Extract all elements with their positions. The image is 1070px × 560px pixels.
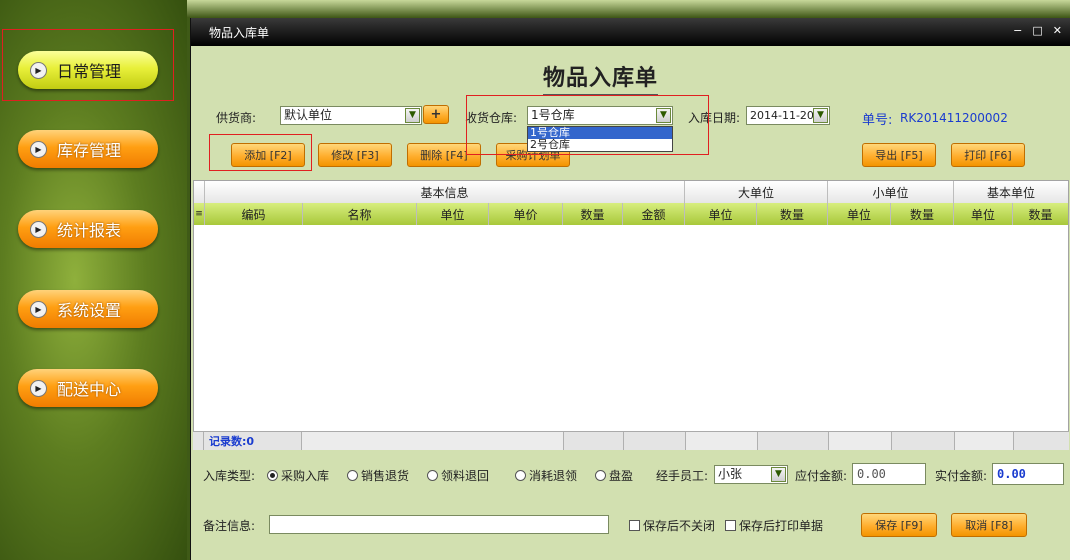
warehouse-select[interactable]: 1号仓库 ▼ — [527, 106, 673, 125]
play-icon: ▶ — [30, 300, 47, 318]
radio-material-return[interactable]: 领料退回 — [427, 467, 489, 484]
warehouse-value: 1号仓库 — [531, 108, 575, 122]
col-name[interactable]: 名称 — [303, 203, 417, 225]
col-base-quantity[interactable]: 数量 — [1013, 203, 1068, 225]
sidebar-item-reports[interactable]: ▶ 统计报表 — [18, 210, 158, 248]
handler-select[interactable]: 小张 ▼ — [714, 465, 788, 484]
group-base-unit: 基本单位 — [986, 185, 1035, 200]
col-large-quantity[interactable]: 数量 — [757, 203, 828, 225]
table-group-header: 基本信息 大单位 小单位 基本单位 — [194, 181, 1068, 203]
col-amount[interactable]: 金额 — [623, 203, 685, 225]
sidebar-item-daily-management[interactable]: ▶ 日常管理 — [18, 51, 158, 89]
window-title: 物品入库单 — [209, 25, 270, 40]
row-indicator-icon: ≡ — [194, 203, 205, 225]
paid-label: 实付金额: — [935, 469, 988, 483]
group-large-unit: 大单位 — [685, 181, 828, 203]
warehouse-option[interactable]: 2号仓库 — [528, 139, 672, 151]
keep-open-checkbox[interactable]: 保存后不关闭 — [629, 517, 715, 534]
items-table[interactable]: 基本信息 大单位 小单位 基本单位 ≡ 编码 名称 单位 单价 数量 金额 单位… — [193, 180, 1069, 450]
payable-label: 应付金额: — [795, 469, 848, 483]
checkbox-box — [725, 520, 736, 531]
sidebar-item-label: 配送中心 — [57, 380, 122, 399]
checkbox-box — [629, 520, 640, 531]
date-value: 2014-11-20 — [750, 109, 814, 122]
radio-circle — [595, 470, 606, 481]
delete-button[interactable]: 删除 [F4] — [407, 143, 481, 167]
remark-label: 备注信息: — [203, 519, 256, 533]
radio-circle — [427, 470, 438, 481]
type-label: 入库类型: — [203, 469, 256, 483]
chevron-down-icon[interactable]: ▼ — [656, 108, 671, 123]
radio-sales-return[interactable]: 销售退货 — [347, 467, 409, 484]
handler-label: 经手员工: — [656, 469, 709, 483]
radio-purchase-in[interactable]: 采购入库 — [267, 467, 329, 484]
supplier-label: 供货商: — [216, 111, 257, 125]
print-after-save-checkbox[interactable]: 保存后打印单据 — [725, 517, 823, 534]
col-code[interactable]: 编码 — [205, 203, 303, 225]
form-title: 物品入库单 — [543, 60, 659, 95]
maximize-icon[interactable]: □ — [1032, 24, 1042, 37]
record-count: 记录数:0 — [204, 432, 302, 450]
sidebar-item-label: 日常管理 — [57, 62, 122, 81]
play-icon: ▶ — [30, 379, 47, 397]
col-large-unit[interactable]: 单位 — [685, 203, 757, 225]
add-supplier-button[interactable]: + — [423, 105, 449, 124]
sidebar-item-system-settings[interactable]: ▶ 系统设置 — [18, 290, 158, 328]
group-basic-info: 基本信息 — [205, 181, 685, 203]
table-column-header: ≡ 编码 名称 单位 单价 数量 金额 单位 数量 单位 数量 单位 数量 — [194, 203, 1068, 225]
sidebar-item-label: 库存管理 — [57, 141, 122, 160]
radio-circle — [267, 470, 278, 481]
chevron-down-icon[interactable]: ▼ — [813, 108, 828, 123]
radio-circle — [347, 470, 358, 481]
order-no-label: 单号: — [862, 113, 893, 128]
col-small-unit[interactable]: 单位 — [828, 203, 891, 225]
supplier-value: 默认单位 — [284, 108, 333, 122]
radio-consumption-return[interactable]: 消耗退领 — [515, 467, 577, 484]
table-footer: 记录数:0 — [193, 431, 1069, 450]
chevron-down-icon[interactable]: ▼ — [405, 108, 420, 123]
warehouse-label: 收货仓库: — [465, 111, 518, 125]
paid-amount-field[interactable]: 0.00 — [992, 463, 1064, 485]
minimize-icon[interactable]: − — [1013, 24, 1022, 37]
export-button[interactable]: 导出 [F5] — [862, 143, 936, 167]
col-quantity[interactable]: 数量 — [563, 203, 623, 225]
print-button[interactable]: 打印 [F6] — [951, 143, 1025, 167]
chevron-down-icon[interactable]: ▼ — [771, 467, 786, 482]
supplier-select[interactable]: 默认单位 ▼ — [280, 106, 422, 125]
stock-in-window: 物品入库单 − □ ✕ 物品入库单 供货商: 默认单位 ▼ + 收货仓库: 1号… — [190, 18, 1070, 560]
radio-circle — [515, 470, 526, 481]
date-picker[interactable]: 2014-11-20 ▼ — [746, 106, 830, 125]
warehouse-dropdown-list: 1号仓库 2号仓库 — [527, 126, 673, 152]
sidebar-item-label: 系统设置 — [57, 301, 122, 320]
sidebar-item-delivery-center[interactable]: ▶ 配送中心 — [18, 369, 158, 407]
radio-inventory-surplus[interactable]: 盘盈 — [595, 467, 633, 484]
play-icon: ▶ — [30, 220, 47, 238]
remark-input[interactable] — [269, 515, 609, 534]
cancel-button[interactable]: 取消 [F8] — [951, 513, 1027, 537]
sidebar: ▶ 日常管理 ▶ 库存管理 ▶ 统计报表 ▶ 系统设置 ▶ 配送中心 — [0, 0, 187, 560]
col-base-unit[interactable]: 单位 — [954, 203, 1013, 225]
payable-amount-field[interactable]: 0.00 — [852, 463, 926, 485]
sidebar-item-inventory-management[interactable]: ▶ 库存管理 — [18, 130, 158, 168]
handler-value: 小张 — [718, 467, 743, 481]
col-unit[interactable]: 单位 — [417, 203, 489, 225]
add-button[interactable]: 添加 [F2] — [231, 143, 305, 167]
play-icon: ▶ — [30, 61, 47, 79]
order-no-value: RK201411200002 — [900, 111, 1008, 125]
edit-button[interactable]: 修改 [F3] — [318, 143, 392, 167]
top-strip — [187, 0, 1070, 18]
group-small-unit: 小单位 — [828, 181, 954, 203]
window-titlebar: 物品入库单 − □ ✕ — [191, 18, 1070, 46]
sidebar-item-label: 统计报表 — [57, 221, 122, 240]
save-button[interactable]: 保存 [F9] — [861, 513, 937, 537]
close-icon[interactable]: ✕ — [1053, 24, 1062, 37]
play-icon: ▶ — [30, 140, 47, 158]
col-price[interactable]: 单价 — [489, 203, 563, 225]
col-small-quantity[interactable]: 数量 — [891, 203, 954, 225]
date-label: 入库日期: — [688, 111, 741, 125]
